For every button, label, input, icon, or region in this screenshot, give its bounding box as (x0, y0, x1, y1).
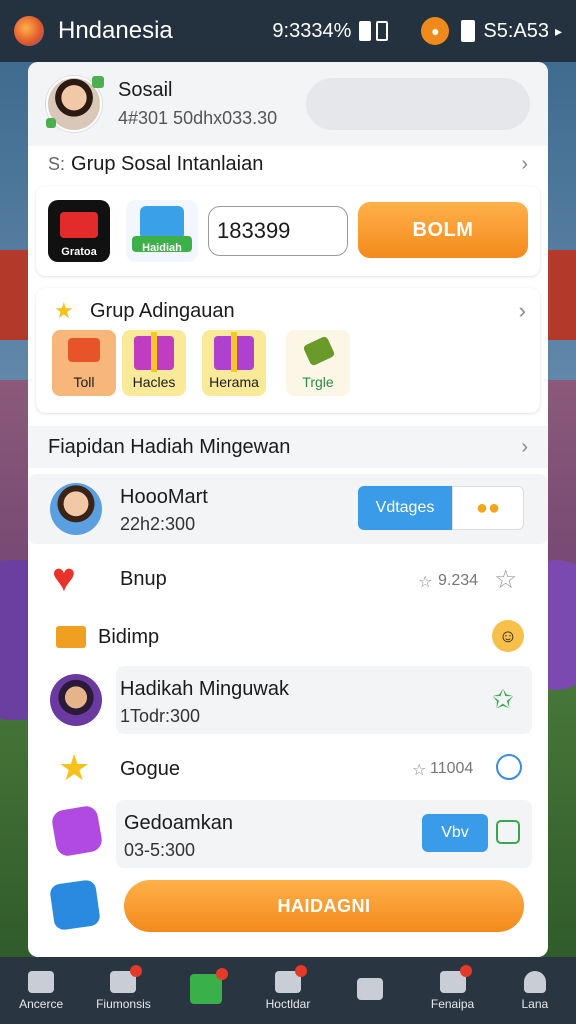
profile-name: Sosail (118, 79, 173, 101)
smiley-icon[interactable]: ☺ (492, 620, 524, 652)
item-count: 11004 (430, 760, 474, 777)
gift-label: Trgle (302, 374, 334, 390)
map-icon (49, 879, 101, 931)
gift-label: Toll (73, 374, 95, 390)
weekly-rewards-label: Fiapidan Hadiah Mingewan (48, 435, 291, 458)
group-card: Gratoa Haidiah 183399 BOLM (36, 186, 540, 276)
item-sub: 03-5:300 (124, 840, 196, 860)
vdtages-button[interactable]: Vdtages (358, 486, 452, 530)
gift-item-4[interactable]: Trgle (286, 330, 350, 396)
profile-search-pill[interactable] (306, 78, 530, 130)
tab-hoctldar[interactable]: Hoctldar (252, 964, 324, 1011)
chevron-right-icon: › (521, 152, 528, 175)
game-icon (189, 967, 228, 1004)
tab-game[interactable] (170, 967, 242, 1008)
coin-icon[interactable]: ● (421, 17, 450, 45)
profile-header[interactable]: Sosail 4#301 50dhx033.30 (28, 62, 548, 146)
gift-label: Herama (209, 374, 259, 390)
star-icon: ★ (54, 298, 74, 323)
vbv-button[interactable]: Vbv (422, 814, 488, 852)
treasure-icon[interactable]: Haidiah (126, 200, 198, 262)
item-sub: 1Todr:300 (120, 706, 201, 726)
chevron-right-icon[interactable]: › (519, 298, 526, 324)
profile-id: 4#301 50dhx033.30 (118, 108, 278, 128)
tab-label: Hoctldar (265, 996, 311, 1011)
avatar[interactable] (46, 76, 104, 132)
group-social-link[interactable]: S: Grup Sosal Intanlaian › (28, 144, 548, 184)
list-item-gogue[interactable]: ★ Gogue ☆ 11004 (28, 744, 548, 794)
code-input[interactable]: 183399 (208, 206, 348, 256)
message-icon (357, 977, 384, 1000)
adventure-title: Grup Adingauan (90, 300, 235, 322)
app-logo-icon (14, 16, 44, 46)
heart-icon: ♥ (52, 556, 76, 600)
list-item-bidimp[interactable]: Bidimp ☺ (28, 614, 548, 660)
list-item-gedoamkan[interactable]: Gedoamkan 03-5:300 Vbv (28, 800, 548, 868)
gift-box-icon[interactable]: Gratoa (48, 200, 110, 262)
tab-label: Lana (521, 996, 549, 1011)
radio-circle-icon[interactable] (496, 754, 522, 780)
gift-item-3[interactable]: Herama (202, 330, 266, 396)
status-bar: Hndanesia 9:3334% ● S5:A53 ▸ (0, 0, 576, 62)
item-title: Gogue (120, 758, 181, 780)
gift-label: Hacles (132, 374, 176, 390)
home-icon (28, 970, 55, 993)
main-panel: Sosail 4#301 50dhx033.30 S: Grup Sosal I… (28, 62, 548, 957)
badge-icon (56, 626, 86, 648)
item-title: Bidimp (98, 626, 160, 648)
puzzle-icon (50, 804, 104, 858)
bolm-button[interactable]: BOLM (358, 202, 528, 258)
chevron-right-icon[interactable]: ▸ (555, 23, 562, 40)
weekly-rewards-link[interactable]: Fiapidan Hadiah Mingewan › (28, 426, 548, 468)
item-sub: 22h2:300 (120, 514, 196, 534)
list-item-hadikah[interactable]: Hadikah Minguwak 1Todr:300 ✩ (28, 666, 548, 734)
list-item-hooomart[interactable]: HoooMart 22h2:300 Vdtages ●● (28, 474, 548, 544)
avatar (50, 483, 102, 535)
item-title: Hadikah Minguwak (120, 678, 289, 700)
haidagni-button[interactable]: HAIDAGNI (124, 880, 524, 932)
item-title: Gedoamkan (124, 812, 233, 834)
check-icon[interactable] (496, 820, 520, 844)
item-title: HoooMart (120, 486, 208, 508)
tab-label: Fiumonsis (96, 996, 151, 1011)
status-time: 9:3334% (272, 19, 352, 42)
list-item-bnup[interactable]: ♥ Bnup ☆ 9.234 ☆ (28, 552, 548, 608)
tab-label: Ancerce (19, 996, 64, 1011)
bottom-tab-bar: Ancerce Fiumonsis Hoctldar Fenaipa Lana (0, 957, 576, 1024)
app-title: Hndanesia (58, 17, 173, 44)
star-small-icon: ☆ (412, 762, 427, 779)
status-badge-icon (46, 118, 56, 128)
gift-item-2[interactable]: Hacles (122, 330, 186, 396)
avatar (50, 674, 102, 726)
star-icon: ★ (58, 747, 91, 788)
item-count: 9.234 (438, 572, 479, 589)
item-title: Bnup (120, 568, 167, 590)
phone-icon (461, 20, 476, 42)
icon-label-2: Haidiah (142, 242, 182, 254)
green-star-icon[interactable]: ✩ (492, 684, 514, 715)
tab-fenaipa[interactable]: Fenaipa (417, 964, 489, 1011)
tab-home[interactable]: Ancerce (5, 970, 77, 1011)
coin-icon[interactable]: ●● (452, 486, 524, 530)
gift-icon (439, 964, 472, 993)
icon-label-1: Gratoa (61, 246, 97, 258)
favorite-star-icon[interactable]: ☆ (494, 564, 517, 595)
tab-profile[interactable]: Lana (499, 970, 571, 1011)
group-social-label: Grup Sosal Intanlaian (71, 152, 264, 175)
chevron-right-icon: › (521, 435, 528, 458)
status-time-right: S5:A53 (483, 19, 549, 42)
gift-item-1[interactable]: Toll (52, 330, 116, 396)
tab-label: Fenaipa (430, 996, 475, 1011)
user-icon (523, 970, 546, 993)
star-small-icon: ☆ (418, 574, 433, 591)
adventure-card: ★ Grup Adingauan › Toll Hacles Herama Tr… (36, 288, 540, 413)
online-badge-icon (92, 76, 104, 88)
battery-empty-icon (376, 21, 389, 41)
tab-fiumonsis[interactable]: Fiumonsis (87, 964, 159, 1011)
chat-icon (274, 964, 307, 993)
group-icon: S: (48, 153, 66, 174)
battery-icon (359, 21, 372, 41)
tab-messages[interactable] (334, 977, 406, 1004)
camera-icon (110, 964, 143, 993)
